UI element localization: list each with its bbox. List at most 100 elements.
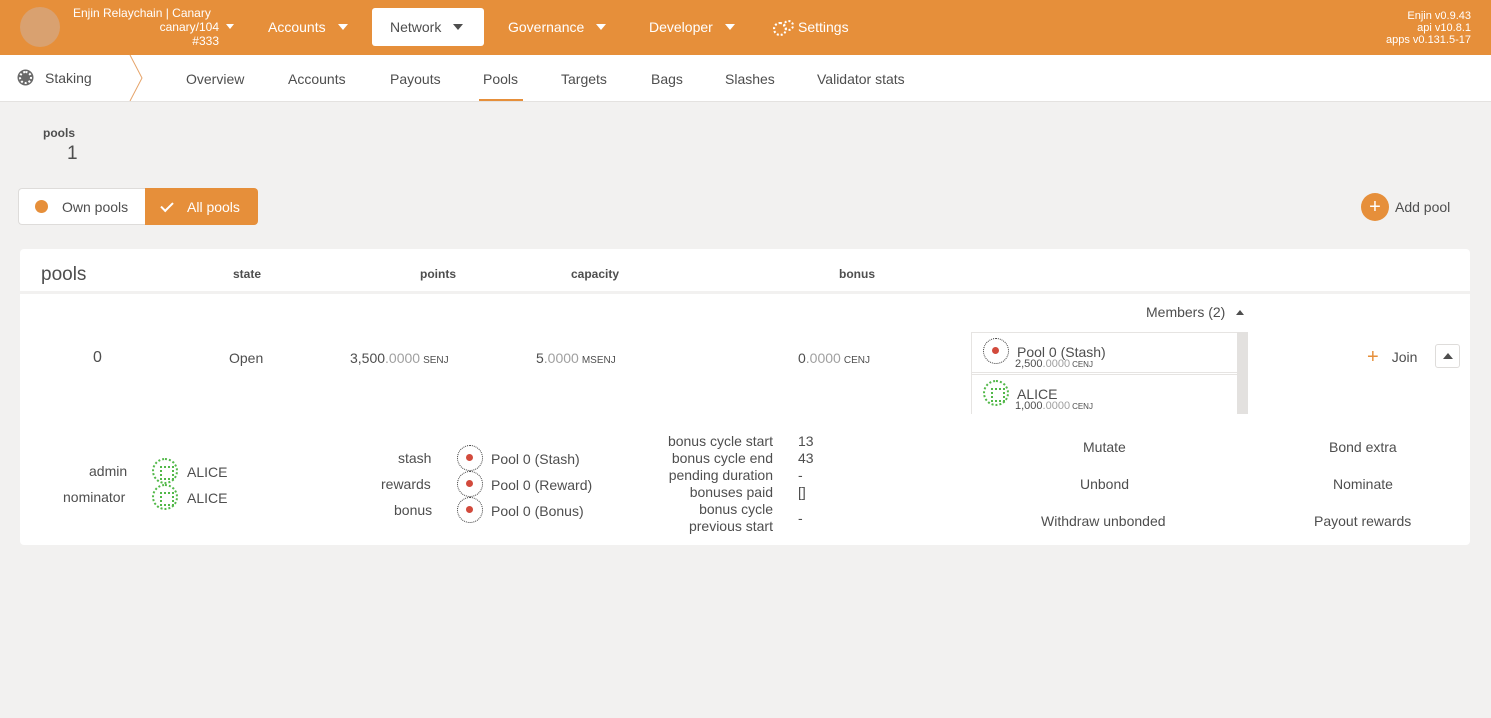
tab-payouts[interactable]: Payouts <box>390 71 441 87</box>
member-balance-unit: CENJ <box>1072 402 1093 411</box>
tab-pools[interactable]: Pools <box>483 71 518 87</box>
node-version: Enjin v0.9.43 <box>1407 10 1471 22</box>
points-decimals: .0000 <box>385 350 421 366</box>
members-list[interactable]: Pool 0 (Stash) 2,500.0000 CENJ ALICE 1,00… <box>971 332 1248 414</box>
bonus-account[interactable]: Pool 0 (Bonus) <box>491 503 584 519</box>
pools-table-header: pools state points capacity bonus <box>20 249 1470 291</box>
chevron-down-icon <box>596 24 607 30</box>
top-bar: Enjin Relaychain | Canary canary/104 #33… <box>0 0 1491 55</box>
list-item[interactable]: Pool 0 (Stash) 2,500.0000 CENJ <box>972 332 1238 373</box>
own-pools-label: Own pools <box>62 198 129 215</box>
bonus-cycle-previous-label: bonus cycle <box>699 501 773 517</box>
list-item[interactable]: ALICE 1,000.0000 CENJ <box>972 374 1238 414</box>
tab-validator-stats[interactable]: Validator stats <box>817 71 905 87</box>
api-version: api v10.8.1 <box>1417 22 1471 34</box>
admin-account[interactable]: ALICE <box>187 464 227 480</box>
polkadot-identicon[interactable] <box>457 471 483 497</box>
nav-network[interactable]: Network <box>372 8 484 46</box>
chevron-up-icon <box>1236 309 1245 315</box>
tab-accounts[interactable]: Accounts <box>288 71 346 87</box>
bond-extra-button[interactable]: Bond extra <box>1329 439 1397 455</box>
tab-slashes[interactable]: Slashes <box>725 71 775 87</box>
pool-bonus: 0.0000 CENJ <box>798 350 870 366</box>
members-label: Members (2) <box>1146 304 1226 320</box>
collapse-button[interactable] <box>1435 344 1460 368</box>
bonus-account-label: bonus <box>394 502 433 518</box>
rewards-account[interactable]: Pool 0 (Reward) <box>491 477 592 493</box>
chevron-down-icon <box>337 24 348 30</box>
nav-network-label: Network <box>390 19 442 35</box>
members-scrollbar[interactable] <box>1237 332 1248 414</box>
stash-account[interactable]: Pool 0 (Stash) <box>491 451 580 467</box>
bonus-cycle-start-label: bonus cycle start <box>667 433 773 449</box>
capacity-decimals: .0000 <box>543 350 579 366</box>
join-label: Join <box>1391 349 1418 365</box>
pools-count-value: 1 <box>67 143 78 164</box>
nav-governance-label: Governance <box>508 19 585 35</box>
block-number: #333 <box>192 34 219 48</box>
column-capacity: capacity <box>571 267 620 281</box>
apps-version: apps v0.131.5-17 <box>1385 34 1471 46</box>
all-pools-toggle[interactable]: All pools <box>145 188 258 225</box>
points-integer: 3,500 <box>350 350 386 366</box>
previous-start-value: - <box>798 510 803 526</box>
member-balance: 2,500.0000 CENJ <box>1015 358 1093 370</box>
polkadot-identicon[interactable] <box>457 445 483 471</box>
bonus-cycle-end-label: bonus cycle end <box>671 450 773 466</box>
gear-icon <box>19 71 32 84</box>
nominator-account[interactable]: ALICE <box>187 490 227 506</box>
tab-overview[interactable]: Overview <box>186 71 244 87</box>
member-balance-decimals: .0000 <box>1042 358 1071 370</box>
previous-start-label: previous start <box>688 518 773 534</box>
version-info: Enjin v0.9.43 api v10.8.1 apps v0.131.5-… <box>1386 10 1471 46</box>
nav-accounts-label: Accounts <box>268 19 326 35</box>
own-pools-toggle[interactable]: Own pools <box>18 188 145 225</box>
nav-developer[interactable]: Developer <box>649 8 735 46</box>
alice-identicon[interactable] <box>983 380 1009 406</box>
staking-section: Staking <box>0 55 143 101</box>
nominate-button[interactable]: Nominate <box>1333 476 1393 492</box>
nav-developer-label: Developer <box>649 19 713 35</box>
payout-rewards-button[interactable]: Payout rewards <box>1314 513 1411 529</box>
polkadot-identicon[interactable] <box>457 497 483 523</box>
pool-id: 0 <box>93 349 102 366</box>
bonus-decimals: .0000 <box>805 350 841 366</box>
pending-duration-value: - <box>798 467 803 483</box>
members-toggle[interactable]: Members (2) <box>1146 304 1245 320</box>
nav-governance[interactable]: Governance <box>508 8 607 46</box>
table-title: pools <box>41 264 87 285</box>
join-button[interactable]: + Join <box>1367 347 1417 367</box>
chain-spec: canary/104 <box>159 20 219 34</box>
plus-icon: + <box>1361 193 1389 221</box>
chevron-down-icon <box>724 24 735 30</box>
alice-identicon[interactable] <box>152 458 178 484</box>
points-unit: SENJ <box>423 355 449 366</box>
section-title: Staking <box>45 70 92 86</box>
all-pools-label: All pools <box>187 198 240 215</box>
pending-duration-label: pending duration <box>668 467 773 483</box>
withdraw-unbonded-button[interactable]: Withdraw unbonded <box>1041 513 1166 529</box>
mutate-button[interactable]: Mutate <box>1083 439 1126 455</box>
pool-capacity: 5.0000 MSENJ <box>536 350 616 366</box>
member-balance-unit: CENJ <box>1072 360 1093 369</box>
capacity-integer: 5 <box>536 350 544 366</box>
chain-logo[interactable] <box>20 7 60 47</box>
pool-state: Open <box>229 350 264 366</box>
unbond-button[interactable]: Unbond <box>1080 476 1129 492</box>
admin-label: admin <box>89 463 128 479</box>
chevron-down-icon[interactable] <box>226 24 234 29</box>
add-pool-button[interactable]: + Add pool <box>1361 193 1450 221</box>
alice-identicon[interactable] <box>152 484 178 510</box>
member-balance-integer: 1,000 <box>1015 400 1043 412</box>
tab-bags[interactable]: Bags <box>651 71 683 87</box>
polkadot-identicon[interactable] <box>983 338 1009 364</box>
check-icon <box>160 198 174 212</box>
nav-settings[interactable]: Settings <box>773 8 849 46</box>
tab-targets[interactable]: Targets <box>561 71 607 87</box>
rewards-label: rewards <box>381 476 431 492</box>
nav-accounts[interactable]: Accounts <box>268 8 348 46</box>
capacity-unit: MSENJ <box>581 355 616 366</box>
sub-navigation: Staking Overview Accounts Payouts Pools … <box>0 55 1491 102</box>
column-points: points <box>420 267 456 281</box>
chain-selector[interactable]: Enjin Relaychain | Canary canary/104 #33… <box>73 6 219 48</box>
